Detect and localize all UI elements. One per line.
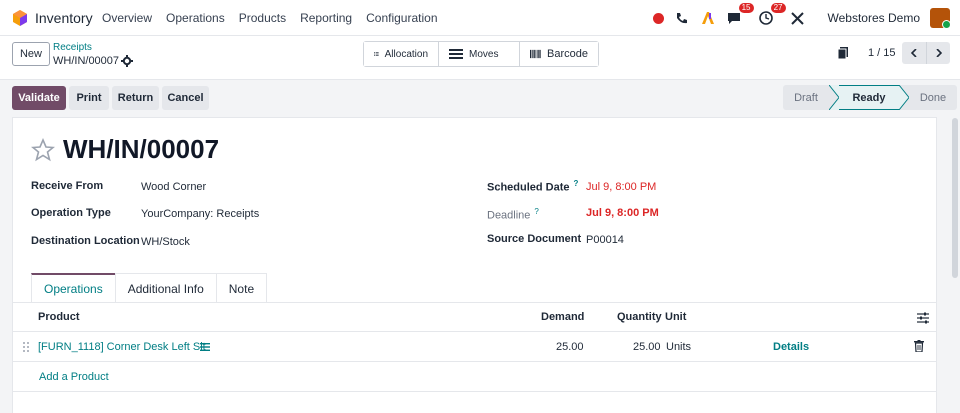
barcode-icon bbox=[530, 49, 542, 59]
scrollbar[interactable] bbox=[952, 118, 958, 278]
bars-icon bbox=[449, 49, 463, 59]
app-name[interactable]: Inventory bbox=[35, 10, 93, 26]
description-lines-icon[interactable] bbox=[200, 343, 210, 351]
pager-value[interactable]: 1 / 15 bbox=[868, 47, 896, 59]
menu-reporting[interactable]: Reporting bbox=[300, 11, 352, 25]
column-header-product[interactable]: Product bbox=[38, 311, 80, 323]
scheduled-date-label-text: Scheduled Date bbox=[487, 181, 570, 194]
table-row-divider bbox=[13, 361, 936, 362]
receive-from-label: Receive From bbox=[31, 180, 104, 192]
column-settings-icon[interactable] bbox=[917, 312, 929, 324]
operation-type-field[interactable]: YourCompany: Receipts bbox=[141, 208, 259, 220]
row-product[interactable]: [FURN_1118] Corner Desk Left Sit bbox=[38, 341, 206, 353]
tab-additional-info[interactable]: Additional Info bbox=[114, 273, 217, 303]
activities-clock-icon[interactable]: 27 bbox=[758, 3, 786, 26]
allocation-label: Allocation bbox=[384, 48, 428, 60]
chevron-left-icon bbox=[911, 49, 917, 57]
add-product-link[interactable]: Add a Product bbox=[39, 371, 109, 383]
deadline-field[interactable]: Jul 9, 8:00 PM bbox=[586, 207, 659, 219]
tab-note[interactable]: Note bbox=[215, 273, 268, 303]
deadline-label: Deadline? bbox=[487, 207, 539, 222]
gear-icon[interactable] bbox=[121, 55, 133, 67]
inventory-app-icon[interactable] bbox=[12, 10, 28, 26]
destination-location-field[interactable]: WH/Stock bbox=[141, 236, 190, 248]
messages-badge: 15 bbox=[738, 3, 754, 13]
source-document-label: Source Document bbox=[487, 233, 582, 245]
breadcrumb-current: WH/IN/00007 bbox=[53, 55, 120, 67]
row-details-button[interactable]: Details bbox=[773, 341, 809, 353]
pager-previous-button[interactable] bbox=[902, 42, 926, 64]
stage-arrow-icon bbox=[829, 85, 839, 110]
moves-label: Moves bbox=[469, 48, 499, 60]
messages-icon[interactable]: 15 bbox=[726, 3, 754, 26]
trash-icon[interactable] bbox=[914, 340, 924, 352]
return-button[interactable]: Return bbox=[112, 86, 159, 110]
menu-overview[interactable]: Overview bbox=[102, 11, 152, 25]
scheduled-date-label: Scheduled Date? bbox=[487, 179, 578, 194]
help-tooltip-icon[interactable]: ? bbox=[534, 207, 538, 216]
phone-icon[interactable] bbox=[674, 10, 690, 26]
receive-from-field[interactable]: Wood Corner bbox=[141, 181, 206, 193]
form-sheet: WH/IN/00007 Receive From Wood Corner Ope… bbox=[12, 117, 937, 413]
column-header-demand[interactable]: Demand bbox=[541, 311, 584, 323]
barcode-button[interactable]: Barcode bbox=[520, 42, 598, 66]
row-demand[interactable]: 25.00 bbox=[556, 341, 584, 353]
star-icon[interactable] bbox=[31, 138, 55, 162]
smart-button-group: Allocation Moves Barcode bbox=[363, 41, 599, 67]
chevron-right-icon bbox=[935, 49, 942, 57]
print-button[interactable]: Print bbox=[69, 86, 109, 110]
stage-ready[interactable]: Ready bbox=[839, 85, 899, 110]
documents-icon bbox=[838, 47, 848, 59]
tools-icon[interactable] bbox=[790, 10, 806, 26]
drag-handle-icon[interactable] bbox=[23, 342, 29, 352]
stage-draft[interactable]: Draft bbox=[783, 85, 829, 110]
menu-operations[interactable]: Operations bbox=[166, 11, 225, 25]
control-panel: New Receipts WH/IN/00007 Allocation Move… bbox=[0, 36, 960, 80]
menu-configuration[interactable]: Configuration bbox=[366, 11, 437, 25]
validate-button[interactable]: Validate bbox=[12, 86, 66, 110]
operation-type-label: Operation Type bbox=[31, 207, 111, 219]
pager-next-button[interactable] bbox=[926, 42, 950, 64]
breadcrumb-receipts[interactable]: Receipts bbox=[53, 42, 92, 53]
recording-dot-icon[interactable] bbox=[652, 12, 664, 24]
record-title: WH/IN/00007 bbox=[63, 134, 220, 164]
tab-operations[interactable]: Operations bbox=[31, 273, 116, 303]
cancel-button[interactable]: Cancel bbox=[162, 86, 209, 110]
company-switcher[interactable]: Webstores Demo bbox=[828, 11, 920, 25]
user-avatar[interactable] bbox=[930, 8, 950, 28]
scheduled-date-field[interactable]: Jul 9, 8:00 PM bbox=[586, 181, 656, 193]
status-stages: Draft Ready Done bbox=[783, 85, 957, 110]
deadline-label-text: Deadline bbox=[487, 209, 531, 222]
notebook-tabs: Operations Additional Info Note bbox=[31, 273, 268, 303]
list-icon bbox=[374, 52, 379, 56]
new-button[interactable]: New bbox=[12, 42, 50, 66]
main-menu: Overview Operations Products Reporting C… bbox=[102, 11, 452, 25]
stage-done[interactable]: Done bbox=[909, 85, 957, 110]
help-tooltip-icon[interactable]: ? bbox=[574, 179, 579, 188]
allocation-button[interactable]: Allocation bbox=[364, 42, 439, 66]
row-quantity[interactable]: 25.00 bbox=[633, 341, 661, 353]
column-header-unit[interactable]: Unit bbox=[665, 311, 686, 323]
stage-arrow-icon bbox=[899, 85, 909, 110]
destination-location-label: Destination Location bbox=[31, 235, 140, 247]
ai-icon[interactable] bbox=[700, 10, 716, 26]
table-row-divider bbox=[13, 391, 936, 392]
barcode-label: Barcode bbox=[547, 48, 588, 60]
column-header-quantity[interactable]: Quantity bbox=[617, 311, 662, 323]
systray: 15 27 Webstores Demo bbox=[652, 3, 950, 29]
menu-products[interactable]: Products bbox=[239, 11, 286, 25]
row-unit[interactable]: Units bbox=[666, 341, 691, 353]
top-navbar: Inventory Overview Operations Products R… bbox=[0, 0, 960, 36]
moves-button[interactable]: Moves bbox=[439, 42, 520, 66]
activities-badge: 27 bbox=[770, 3, 786, 13]
tab-divider bbox=[13, 302, 936, 303]
table-header-divider bbox=[13, 331, 936, 332]
source-document-field[interactable]: P00014 bbox=[586, 234, 624, 246]
